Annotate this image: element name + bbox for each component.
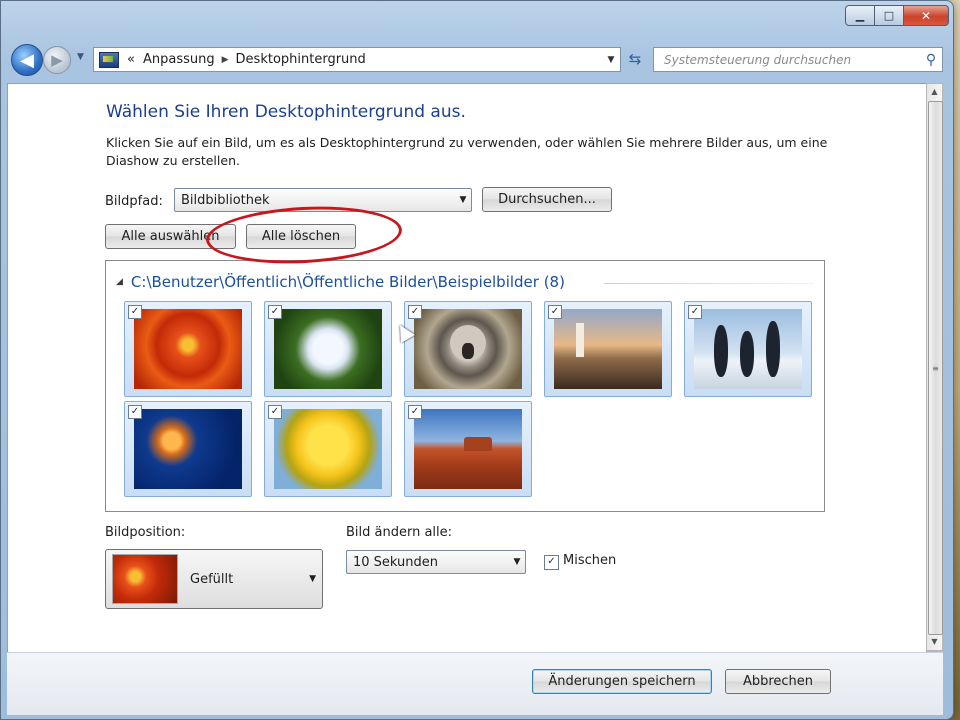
image-checkbox[interactable]: ✓ <box>408 405 422 419</box>
change-interval-label: Bild ändern alle: <box>346 525 453 540</box>
address-dropdown-icon[interactable]: ▼ <box>602 55 620 65</box>
breadcrumb-overflow[interactable]: « <box>127 52 135 67</box>
change-interval-value: 10 Sekunden <box>353 554 439 570</box>
image-checkbox[interactable]: ✓ <box>128 305 142 319</box>
recent-pages-dropdown-icon[interactable]: ▼ <box>77 52 84 62</box>
image-checkbox[interactable]: ✓ <box>688 305 702 319</box>
image-position-dropdown[interactable]: Gefüllt ▼ <box>105 549 323 609</box>
chevron-down-icon: ▼ <box>309 574 316 584</box>
image-gallery: ◢ C:\Benutzer\Öffentlich\Öffentliche Bil… <box>105 260 825 512</box>
browse-button[interactable]: Durchsuchen... <box>482 187 612 212</box>
shuffle-checkbox[interactable]: ✓ <box>544 555 559 570</box>
forward-button[interactable]: ▶ <box>43 46 71 74</box>
koala-nose-shape <box>462 343 474 359</box>
close-button[interactable]: ✕ <box>903 5 949 26</box>
back-button[interactable]: ◀ <box>11 44 43 76</box>
image-position-value: Gefüllt <box>190 571 234 587</box>
cancel-button[interactable]: Abbrechen <box>725 669 831 694</box>
image-tile-desert[interactable]: ✓ <box>404 401 532 497</box>
butte-shape <box>464 437 492 451</box>
chrysanthemum-image <box>134 309 242 389</box>
window-controls: ▁ □ ✕ <box>845 5 949 26</box>
search-box[interactable]: ⚲ <box>653 47 943 72</box>
collapse-triangle-icon[interactable]: ◢ <box>116 277 123 287</box>
koala-image <box>414 309 522 389</box>
image-path-dropdown[interactable]: Bildbibliothek ▼ <box>174 188 472 212</box>
gallery-group-path: C:\Benutzer\Öffentlich\Öffentliche Bilde… <box>130 273 565 291</box>
chevron-down-icon: ▼ <box>513 557 521 567</box>
image-tile-jellyfish[interactable]: ✓ <box>124 401 252 497</box>
control-panel-icon <box>99 51 119 68</box>
gallery-group-header[interactable]: ◢ C:\Benutzer\Öffentlich\Öffentliche Bil… <box>116 273 565 291</box>
shuffle-label[interactable]: Mischen <box>563 553 616 568</box>
page-title: Wählen Sie Ihren Desktophintergrund aus. <box>106 102 466 122</box>
group-divider <box>604 283 814 284</box>
scroll-down-icon[interactable]: ▼ <box>927 634 942 650</box>
penguins-image <box>694 309 802 389</box>
search-input[interactable] <box>662 51 920 68</box>
address-bar[interactable]: « Anpassung ▶ Desktophintergrund ▼ <box>93 47 621 72</box>
maximize-button[interactable]: □ <box>874 5 904 26</box>
image-tile-penguins[interactable]: ✓ <box>684 301 812 397</box>
save-changes-button[interactable]: Änderungen speichern <box>532 669 712 694</box>
change-interval-dropdown[interactable]: 10 Sekunden ▼ <box>346 550 526 574</box>
lighthouse-image <box>554 309 662 389</box>
page-description: Klicken Sie auf ein Bild, um es als Desk… <box>106 135 828 168</box>
chevron-down-icon: ▼ <box>459 195 467 205</box>
image-tile-lighthouse[interactable]: ✓ <box>544 301 672 397</box>
image-tile-koala[interactable]: ✓ <box>404 301 532 397</box>
hydrangeas-image <box>274 309 382 389</box>
image-path-label: Bildpfad: <box>105 194 163 209</box>
penguin-shape <box>714 325 728 377</box>
image-checkbox[interactable]: ✓ <box>268 405 282 419</box>
control-panel-window: ▁ □ ✕ ◀ ▶ ▼ « Anpassung ▶ Desktophinterg… <box>0 0 954 720</box>
image-tile-chrysanthemum[interactable]: ✓ <box>124 301 252 397</box>
jellyfish-image <box>134 409 242 489</box>
image-checkbox[interactable]: ✓ <box>408 305 422 319</box>
lighthouse-tower-shape <box>576 323 584 357</box>
tulips-image <box>274 409 382 489</box>
minimize-button[interactable]: ▁ <box>845 5 875 26</box>
scroll-up-icon[interactable]: ▲ <box>927 84 942 100</box>
penguin-shape <box>740 331 754 377</box>
desert-image <box>414 409 522 489</box>
image-tile-hydrangeas[interactable]: ✓ <box>264 301 392 397</box>
clear-all-button[interactable]: Alle löschen <box>246 224 356 249</box>
image-tile-tulips[interactable]: ✓ <box>264 401 392 497</box>
breadcrumb-separator-icon[interactable]: ▶ <box>222 55 229 65</box>
back-arrow-icon: ◀ <box>20 49 34 71</box>
image-position-label: Bildposition: <box>105 525 186 540</box>
select-all-button[interactable]: Alle auswählen <box>105 224 236 249</box>
image-path-value: Bildbibliothek <box>181 192 270 208</box>
scrollbar-thumb[interactable]: ≡ <box>928 101 943 635</box>
position-preview-image <box>112 554 178 604</box>
image-checkbox[interactable]: ✓ <box>128 405 142 419</box>
breadcrumb-anpassung[interactable]: Anpassung <box>143 52 215 67</box>
breadcrumb-desktophintergrund[interactable]: Desktophintergrund <box>236 52 366 67</box>
forward-arrow-icon: ▶ <box>51 51 63 69</box>
image-checkbox[interactable]: ✓ <box>548 305 562 319</box>
refresh-icon[interactable]: ⇆ <box>623 47 647 70</box>
penguin-shape <box>766 321 780 377</box>
search-icon[interactable]: ⚲ <box>920 52 942 68</box>
dialog-footer: Änderungen speichern Abbrechen <box>7 652 943 715</box>
image-checkbox[interactable]: ✓ <box>268 305 282 319</box>
navigation-bar: ◀ ▶ ▼ « Anpassung ▶ Desktophintergrund ▼… <box>7 41 943 79</box>
vertical-scrollbar[interactable]: ▲ ≡ ▼ <box>926 83 943 651</box>
content-pane: Wählen Sie Ihren Desktophintergrund aus.… <box>7 83 927 653</box>
